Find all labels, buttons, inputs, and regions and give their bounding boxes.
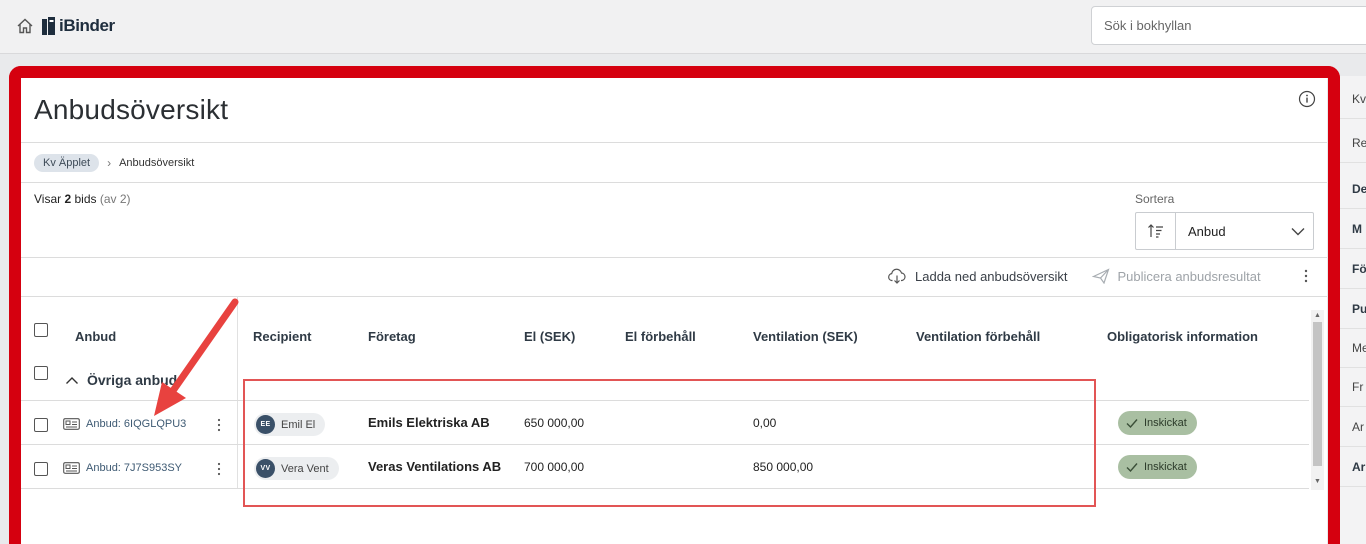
column-header-ventilation-reservation[interactable]: Ventilation förbehåll <box>916 329 1040 344</box>
more-options-icon[interactable] <box>1303 268 1309 284</box>
ibinder-logo[interactable]: iBinder <box>42 14 115 38</box>
row-menu-icon[interactable] <box>217 462 221 476</box>
send-icon <box>1091 268 1110 284</box>
top-bar: iBinder <box>0 0 1366 54</box>
sidebar-item[interactable]: Ar <box>1340 448 1366 487</box>
row-checkbox[interactable] <box>34 418 48 432</box>
status-badge: Inskickat <box>1118 455 1197 479</box>
column-header-bid[interactable]: Anbud <box>75 329 116 344</box>
sidebar-item[interactable]: Kv <box>1340 80 1366 119</box>
annotation-highlight-box <box>243 379 1096 507</box>
sidebar-item[interactable]: Pu <box>1340 290 1366 329</box>
binder-logo-icon <box>42 17 55 35</box>
status-label: Inskickat <box>1144 417 1187 429</box>
sidebar-item[interactable]: M <box>1340 210 1366 249</box>
divider <box>21 182 1327 183</box>
sidebar-item[interactable]: Re <box>1340 124 1366 163</box>
column-header-el-reservation[interactable]: El förbehåll <box>625 329 696 344</box>
chevron-up-icon[interactable] <box>65 376 79 385</box>
cloud-download-icon <box>888 268 906 284</box>
check-icon <box>1126 463 1138 472</box>
search-input[interactable] <box>1091 6 1366 45</box>
breadcrumb: Kv Äpplet › Anbudsöversikt <box>34 153 194 172</box>
status-label: Inskickat <box>1144 461 1187 473</box>
publish-label: Publicera anbudsresultat <box>1117 268 1261 284</box>
sidebar-item[interactable]: Me <box>1340 329 1366 368</box>
bid-id: Anbud: 7J7S953SY <box>86 462 183 474</box>
breadcrumb-parent[interactable]: Kv Äpplet <box>34 153 100 172</box>
status-badge: Inskickat <box>1118 411 1197 435</box>
column-header-mandatory[interactable]: Obligatorisk information <box>1107 329 1258 344</box>
column-header-ventilation[interactable]: Ventilation (SEK) <box>753 329 858 344</box>
info-icon[interactable] <box>1298 90 1316 108</box>
toolbar-actions: Ladda ned anbudsöversikt Publicera anbud… <box>887 266 1261 286</box>
showing-prefix: Visar <box>34 192 62 206</box>
column-header-el[interactable]: El (SEK) <box>524 329 575 344</box>
logo-text: iBinder <box>59 16 115 35</box>
column-header-company[interactable]: Företag <box>368 329 416 344</box>
row-checkbox[interactable] <box>34 462 48 476</box>
right-sidebar: Kv Re De M Fö Pu Me Fr Ar Ar <box>1340 76 1366 544</box>
sidebar-item[interactable]: Fö <box>1340 250 1366 289</box>
sidebar-item[interactable]: Fr <box>1340 368 1366 407</box>
check-icon <box>1126 419 1138 428</box>
publish-results-button[interactable]: Publicera anbudsresultat <box>1091 268 1261 284</box>
sort-direction-button[interactable] <box>1136 213 1176 249</box>
showing-number: 2 <box>64 192 72 206</box>
sort-control: Anbud <box>1135 212 1314 250</box>
home-icon[interactable] <box>15 16 35 36</box>
select-all-checkbox[interactable] <box>34 323 48 337</box>
sort-select[interactable]: Anbud <box>1176 224 1283 239</box>
column-header-recipient[interactable]: Recipient <box>253 329 312 344</box>
scroll-down-arrow-icon[interactable]: ▼ <box>1311 476 1324 486</box>
divider <box>21 142 1327 143</box>
sidebar-item[interactable]: De <box>1340 170 1366 209</box>
bid-card-icon <box>63 462 80 474</box>
group-checkbox[interactable] <box>34 366 48 380</box>
annotation-arrow-icon <box>154 298 239 416</box>
sort-label: Sortera <box>1135 192 1175 206</box>
showing-total: (av 2) <box>99 192 131 206</box>
download-label: Ladda ned anbudsöversikt <box>915 268 1068 284</box>
page-title: Anbudsöversikt <box>34 94 229 125</box>
sidebar-item[interactable]: Ar <box>1340 408 1366 447</box>
bid-link[interactable]: Anbud: 7J7S953SY <box>63 462 182 474</box>
download-overview-button[interactable]: Ladda ned anbudsöversikt <box>887 268 1068 284</box>
table-scrollbar[interactable]: ▲ ▼ <box>1311 310 1324 490</box>
showing-unit: bids <box>74 192 97 206</box>
chevron-down-icon[interactable] <box>1291 227 1305 236</box>
row-menu-icon[interactable] <box>217 418 221 432</box>
scroll-thumb[interactable] <box>1313 322 1322 466</box>
showing-count: Visar 2 bids (av 2) <box>34 192 131 206</box>
scroll-up-arrow-icon[interactable]: ▲ <box>1311 310 1324 320</box>
bid-card-icon <box>63 418 80 430</box>
sort-ascending-icon <box>1147 224 1163 238</box>
divider <box>21 257 1327 258</box>
chevron-right-icon: › <box>107 155 112 170</box>
breadcrumb-current: Anbudsöversikt <box>119 156 195 169</box>
